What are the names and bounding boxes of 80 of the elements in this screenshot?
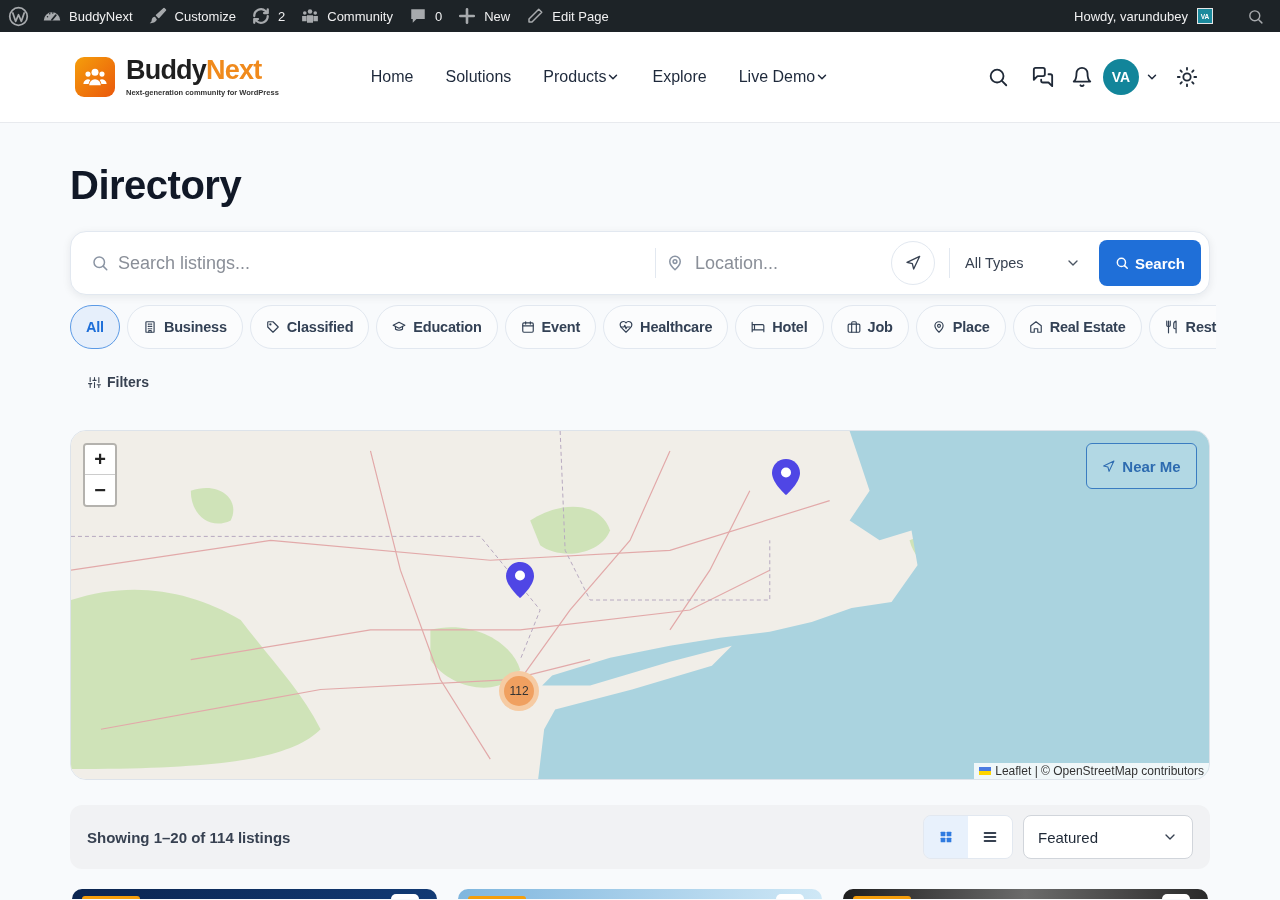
attribution-text: Leaflet | © OpenStreetMap contributors (995, 764, 1204, 778)
house-icon (1028, 320, 1043, 334)
building-icon (142, 320, 157, 334)
bell-icon[interactable] (1071, 66, 1093, 88)
category-chip[interactable]: Job (830, 305, 909, 349)
category-chip[interactable]: Rest (1148, 305, 1217, 349)
list-icon (982, 829, 998, 845)
category-chip[interactable]: Place (915, 305, 1006, 349)
admin-bar-link[interactable]: 2 (244, 0, 294, 32)
briefcase-icon (846, 320, 861, 334)
navigation-arrow-icon (1102, 459, 1116, 473)
nav-link[interactable]: Products (543, 68, 621, 86)
calendar-icon (520, 320, 535, 334)
map-pin-icon[interactable] (772, 459, 800, 495)
location-pin-icon (931, 320, 946, 334)
grid-icon (938, 829, 954, 845)
bed-icon (751, 320, 766, 334)
nav-link[interactable]: Solutions (445, 68, 512, 86)
admin-bar-link[interactable]: BuddyNext (35, 0, 141, 32)
listing-photo[interactable] (843, 889, 1208, 899)
listing-photo[interactable] (72, 889, 437, 899)
category-chip[interactable]: All (70, 305, 120, 349)
near-me-button[interactable]: Near Me (1086, 443, 1197, 489)
search-icon (1114, 256, 1129, 270)
category-chip[interactable]: Hotel (735, 305, 824, 349)
category-chip[interactable]: Education (376, 305, 498, 349)
refresh-icon (252, 7, 270, 25)
location-pin-icon (666, 254, 684, 272)
brush-icon (148, 7, 167, 25)
admin-bar-link[interactable]: Community (293, 0, 401, 32)
zoom-out-button[interactable]: − (85, 475, 115, 505)
heart-pulse-icon (619, 320, 634, 334)
map-panel[interactable]: + − Near Me 112 Leaflet | © OpenStreetMap contributors (70, 430, 1210, 780)
graduation-cap-icon (392, 320, 407, 334)
search-bar[interactable]: Search listings... Location... All Types Search (70, 231, 1210, 295)
sun-icon[interactable] (1176, 66, 1198, 88)
page-title: Directory (70, 162, 243, 209)
grid-view-button[interactable] (924, 816, 968, 858)
location-field[interactable]: Location... (695, 245, 880, 281)
search-button[interactable]: Search (1099, 240, 1201, 286)
plus-icon (458, 7, 477, 25)
type-select[interactable]: All Types (965, 243, 1085, 283)
chat-icon[interactable] (1032, 66, 1054, 88)
comment-icon (409, 7, 427, 25)
utensils-icon (1164, 320, 1179, 334)
category-chip[interactable]: Classified (249, 305, 370, 349)
admin-bar-link[interactable]: New (450, 0, 519, 32)
filters-button[interactable]: Filters (88, 370, 149, 394)
pencil-icon (526, 7, 545, 25)
logo-icon[interactable] (75, 57, 115, 97)
category-chip[interactable]: Event (504, 305, 597, 349)
navigation-arrow-icon (905, 255, 921, 271)
flag-icon (979, 767, 992, 775)
nav-link[interactable]: Explore (652, 68, 707, 86)
search-icon (91, 254, 109, 272)
admin-bar-link[interactable]: 0 (401, 0, 451, 32)
logo-wordmark[interactable]: BuddyNext (126, 57, 279, 84)
admin-bar-link[interactable]: Customize (140, 0, 244, 32)
search-icon[interactable] (1247, 7, 1264, 25)
sort-select[interactable]: Featured (1023, 815, 1193, 859)
category-chip[interactable]: Healthcare (603, 305, 729, 349)
search-field[interactable]: Search listings... (118, 245, 655, 281)
admin-bar-link[interactable]: Edit Page (518, 0, 617, 32)
sliders-icon (88, 375, 101, 389)
category-chip[interactable]: Real Estate (1012, 305, 1142, 349)
nav-link[interactable]: Live Demo (738, 68, 830, 86)
logo-icon[interactable] (8, 5, 29, 27)
people-icon (301, 7, 320, 25)
map-pin-icon[interactable] (506, 562, 534, 598)
locate-button[interactable] (891, 241, 935, 285)
round-button[interactable] (390, 894, 419, 899)
search-icon[interactable] (987, 66, 1009, 88)
tag-icon (265, 320, 280, 334)
nav-link[interactable]: Home (370, 68, 414, 86)
results-summary: Showing 1–20 of 114 listings (87, 828, 291, 846)
avatar[interactable]: VA (1103, 59, 1139, 95)
round-button[interactable] (1162, 894, 1190, 899)
category-chip[interactable]: Business (126, 305, 243, 349)
list-view-button[interactable] (968, 816, 1012, 858)
zoom-in-button[interactable]: + (85, 445, 115, 475)
